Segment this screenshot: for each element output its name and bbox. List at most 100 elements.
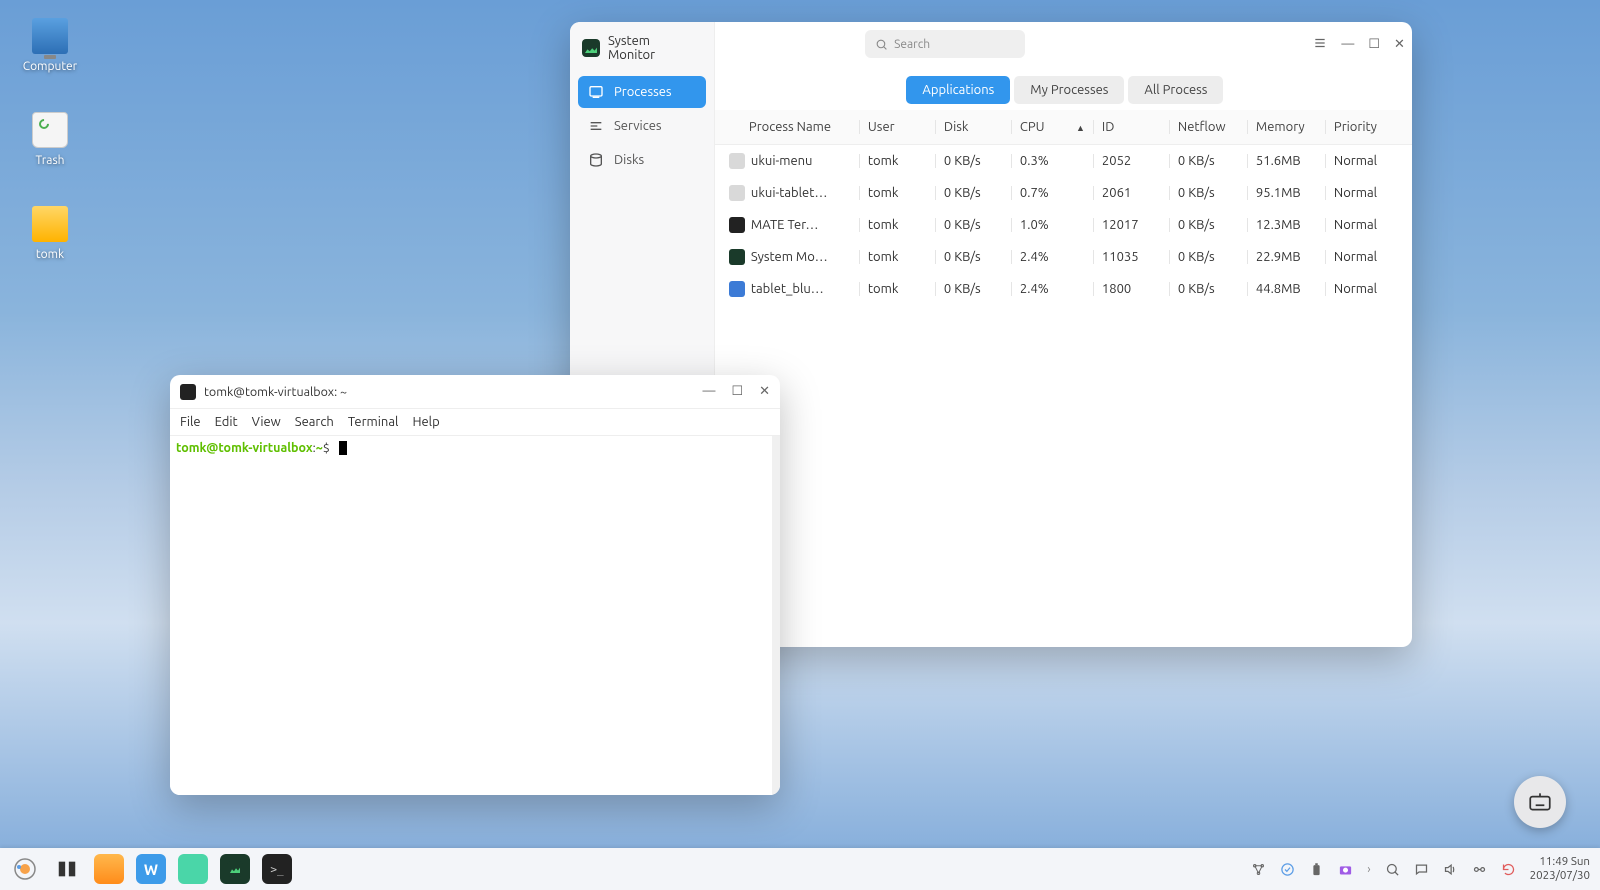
col-netflow[interactable]: Netflow — [1169, 120, 1247, 134]
taskbar-clock[interactable]: 11:49 Sun 2023/07/30 — [1530, 855, 1590, 884]
col-id[interactable]: ID — [1093, 120, 1169, 134]
process-netflow: 0 KB/s — [1169, 186, 1247, 200]
folder-icon — [32, 206, 68, 242]
process-memory: 51.6MB — [1247, 154, 1325, 168]
menu-view[interactable]: View — [252, 415, 281, 429]
process-id: 1800 — [1093, 282, 1169, 296]
table-row[interactable]: tablet_blu…tomk0 KB/s2.4%18000 KB/s44.8M… — [715, 273, 1412, 305]
table-row[interactable]: ukui-tablet…tomk0 KB/s0.7%20610 KB/s95.1… — [715, 177, 1412, 209]
tray-refresh-icon[interactable] — [1501, 862, 1516, 877]
nav-disks[interactable]: Disks — [578, 144, 706, 176]
col-priority[interactable]: Priority — [1325, 120, 1401, 134]
services-icon — [588, 118, 604, 134]
disks-icon — [588, 152, 604, 168]
menu-help[interactable]: Help — [412, 415, 439, 429]
terminal-cursor — [339, 441, 347, 455]
tray-updates-icon[interactable] — [1280, 862, 1295, 877]
col-name[interactable]: Process Name — [729, 120, 859, 134]
prompt-user: tomk@tomk-virtualbox — [176, 441, 313, 455]
col-user[interactable]: User — [859, 120, 935, 134]
tray-expand-icon[interactable]: › — [1367, 863, 1370, 876]
desktop-icon-trash[interactable]: Trash — [10, 112, 90, 167]
terminal-body[interactable]: tomk@tomk-virtualbox:~$ — [170, 436, 780, 795]
menu-file[interactable]: File — [180, 415, 201, 429]
process-name: ukui-menu — [751, 154, 813, 168]
table-row[interactable]: MATE Ter…tomk0 KB/s1.0%120170 KB/s12.3MB… — [715, 209, 1412, 241]
col-memory[interactable]: Memory — [1247, 120, 1325, 134]
close-button[interactable]: ✕ — [759, 384, 770, 399]
taskbar: W >_ › 11:49 Sun 2023/07/30 — [0, 848, 1600, 890]
task-view-button[interactable] — [52, 854, 82, 884]
desktop-icon-home[interactable]: tomk — [10, 206, 90, 261]
menu-button[interactable] — [1313, 36, 1327, 53]
col-cpu[interactable]: CPU▲ — [1011, 120, 1093, 134]
process-icon — [729, 217, 745, 233]
tray-volume-icon[interactable] — [1443, 862, 1458, 877]
computer-icon — [32, 18, 68, 54]
tray-apps-icon[interactable] — [1251, 862, 1266, 877]
tab-all-process[interactable]: All Process — [1128, 76, 1223, 104]
prompt-path: ~ — [316, 441, 323, 455]
table-row[interactable]: ukui-menutomk0 KB/s0.3%20520 KB/s51.6MBN… — [715, 145, 1412, 177]
process-disk: 0 KB/s — [935, 282, 1011, 296]
terminal-menubar: File Edit View Search Terminal Help — [170, 409, 780, 436]
maximize-button[interactable]: ☐ — [731, 384, 743, 399]
process-user: tomk — [859, 282, 935, 296]
menu-search[interactable]: Search — [295, 415, 334, 429]
process-cpu: 2.4% — [1011, 282, 1093, 296]
minimize-button[interactable]: — — [1341, 37, 1354, 51]
hamburger-icon — [1313, 36, 1327, 50]
tray-battery-icon[interactable] — [1309, 862, 1324, 877]
process-name: System Mo… — [751, 250, 828, 264]
clock-date: 2023/07/30 — [1530, 869, 1590, 883]
process-user: tomk — [859, 186, 935, 200]
process-priority: Normal — [1325, 282, 1401, 296]
process-disk: 0 KB/s — [935, 154, 1011, 168]
desktop-icon-label: Computer — [10, 60, 90, 73]
desktop-icon-computer[interactable]: Computer — [10, 18, 90, 73]
nav-label: Disks — [614, 153, 644, 167]
tray-search-icon[interactable] — [1385, 862, 1400, 877]
onscreen-keyboard-button[interactable] — [1514, 776, 1566, 828]
taskbar-app-2[interactable] — [178, 854, 208, 884]
scrollbar[interactable] — [772, 436, 780, 795]
process-user: tomk — [859, 218, 935, 232]
process-memory: 95.1MB — [1247, 186, 1325, 200]
process-id: 12017 — [1093, 218, 1169, 232]
trash-icon — [32, 112, 68, 148]
search-input[interactable]: Search — [865, 30, 1025, 58]
tab-my-processes[interactable]: My Processes — [1014, 76, 1124, 104]
menu-edit[interactable]: Edit — [215, 415, 238, 429]
tray-network-icon[interactable] — [1472, 862, 1487, 877]
table-row[interactable]: System Mo…tomk0 KB/s2.4%110350 KB/s22.9M… — [715, 241, 1412, 273]
process-icon — [729, 281, 745, 297]
tray-camera-icon[interactable] — [1338, 862, 1353, 877]
process-disk: 0 KB/s — [935, 186, 1011, 200]
process-disk: 0 KB/s — [935, 218, 1011, 232]
nav-processes[interactable]: Processes — [578, 76, 706, 108]
start-menu-button[interactable] — [10, 854, 40, 884]
desktop-icon-label: tomk — [10, 248, 90, 261]
process-priority: Normal — [1325, 154, 1401, 168]
table-header: Process Name User Disk CPU▲ ID Netflow M… — [715, 110, 1412, 145]
tray-notifications-icon[interactable] — [1414, 862, 1429, 877]
process-icon — [729, 249, 745, 265]
maximize-button[interactable]: ☐ — [1368, 37, 1380, 52]
taskview-icon — [56, 858, 78, 880]
process-cpu: 0.7% — [1011, 186, 1093, 200]
menu-terminal[interactable]: Terminal — [348, 415, 399, 429]
process-netflow: 0 KB/s — [1169, 250, 1247, 264]
taskbar-terminal[interactable]: >_ — [262, 854, 292, 884]
close-button[interactable]: ✕ — [1394, 37, 1405, 52]
process-memory: 12.3MB — [1247, 218, 1325, 232]
taskbar-app-wps[interactable]: W — [136, 854, 166, 884]
nav-label: Services — [614, 119, 662, 133]
desktop-icon-label: Trash — [10, 154, 90, 167]
col-disk[interactable]: Disk — [935, 120, 1011, 134]
taskbar-app-1[interactable] — [94, 854, 124, 884]
nav-services[interactable]: Services — [578, 110, 706, 142]
taskbar-system-monitor[interactable] — [220, 854, 250, 884]
titlebar: System Monitor — [578, 32, 706, 76]
minimize-button[interactable]: — — [702, 384, 715, 399]
tab-applications[interactable]: Applications — [906, 76, 1010, 104]
